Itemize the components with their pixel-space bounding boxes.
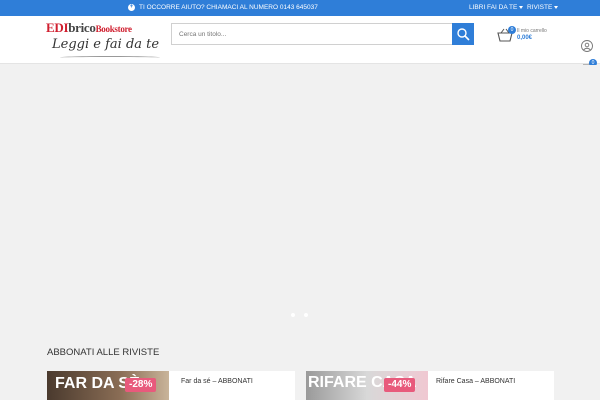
help-line: + TI OCCORRE AIUTO? CHIAMACI AL NUMERO 0… [128,4,318,11]
logo-swoosh [60,56,160,59]
logo-tagline: Leggi e fai da te [52,37,160,52]
caret-down-icon [554,6,559,9]
site-logo[interactable]: EDIbricoBookstore Leggi e fai da te [46,20,166,62]
search-input[interactable] [172,24,453,44]
cart-count-badge: 0 [508,26,516,34]
top-bar: + TI OCCORRE AIUTO? CHIAMACI AL NUMERO 0… [0,0,600,16]
logo-wordmark: EDIbricoBookstore [46,20,132,36]
sidebar-account[interactable] [574,36,600,56]
section-title: ABBONATI ALLE RIVISTE [47,347,160,358]
menu-libri-label: LIBRI FAI DA TE [469,4,518,11]
header-cart[interactable]: 0 Il mio carrello 0,00€ [497,26,557,46]
caret-down-icon [519,6,524,9]
help-text: TI OCCORRE AIUTO? CHIAMACI AL NUMERO 014… [139,4,318,11]
user-icon [581,40,593,52]
product-card[interactable]: FAR DA SÈ -28% Far da sé – ABBONATI [47,371,295,400]
menu-riviste[interactable]: RIVISTE [527,4,559,11]
discount-badge: -44% [384,378,416,392]
search-button[interactable] [452,23,474,45]
product-name[interactable]: Far da sé – ABBONATI [181,378,253,385]
hero-slider [0,65,600,325]
menu-libri-fai-da-te[interactable]: LIBRI FAI DA TE [469,4,524,11]
discount-badge: -28% [125,378,157,392]
cart-total: 0,00€ [517,35,533,41]
cart-label: Il mio carrello [517,28,547,34]
logo-brico: brico [68,20,96,35]
menu-riviste-label: RIVISTE [527,4,553,11]
product-name[interactable]: Rifare Casa – ABBONATI [436,378,515,385]
logo-bookstore: Bookstore [95,24,132,34]
search-bar [171,23,474,45]
logo-edi: EDI [46,20,69,35]
plus-icon: + [128,4,135,11]
search-icon [457,28,470,41]
product-card[interactable]: RIFARE CASA -44% Rifare Casa – ABBONATI [306,371,554,400]
slider-dot-1[interactable] [291,313,295,317]
slider-dot-2[interactable] [304,313,308,317]
